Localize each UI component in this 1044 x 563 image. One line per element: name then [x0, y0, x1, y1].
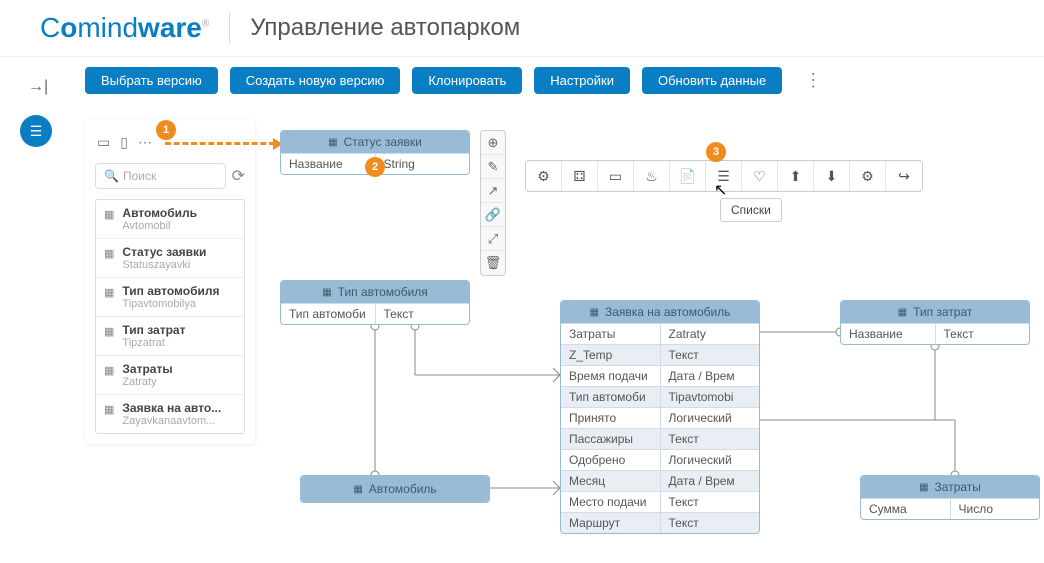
entity-title: Затраты	[935, 480, 981, 494]
tooltip: Списки	[720, 198, 782, 222]
search-icon: 🔍	[104, 169, 119, 183]
clone-button[interactable]: Клонировать	[412, 67, 522, 94]
entity-title: Тип затрат	[913, 305, 972, 319]
list-item[interactable]: ▦Заявка на авто...Zayavkanaavtom...	[96, 395, 244, 433]
list-item[interactable]: ▦ЗатратыZatraty	[96, 356, 244, 395]
gear2-icon[interactable]: ⚙	[850, 161, 886, 191]
entity-title: Тип автомобиля	[338, 285, 428, 299]
table-icon: ▦	[104, 403, 114, 416]
table-icon: ▦	[328, 137, 337, 148]
page-title: Управление автопарком	[250, 14, 520, 42]
list-item[interactable]: ▦Тип автомобиляTipavtomobilya	[96, 278, 244, 317]
marker-2: 2	[365, 157, 385, 177]
lock-icon[interactable]: ▯	[120, 134, 128, 151]
add-icon[interactable]: ⊕	[481, 131, 505, 155]
entity-title: Заявка на автомобиль	[605, 305, 731, 319]
share-icon[interactable]: ↪	[886, 161, 922, 191]
settings-button[interactable]: Настройки	[534, 67, 630, 94]
shield-icon[interactable]: ♡	[742, 161, 778, 191]
table-icon: ▦	[590, 307, 599, 318]
expand-icon[interactable]: ⤢	[481, 227, 505, 251]
list-item[interactable]: ▦Статус заявкиStatuszayavki	[96, 239, 244, 278]
table-icon: ▦	[104, 286, 114, 299]
list-item[interactable]: ▦АвтомобильAvtomobil	[96, 200, 244, 239]
fire-icon[interactable]: ♨	[634, 161, 670, 191]
table-icon: ▦	[322, 287, 331, 298]
header: Comindware® Управление автопарком	[0, 0, 1044, 57]
toolbar: Выбрать версию Создать новую версию Клон…	[0, 57, 1044, 104]
table-icon: ▦	[919, 482, 928, 493]
dice-icon[interactable]: ⚃	[562, 161, 598, 191]
template-icon[interactable]: ▭	[97, 134, 110, 151]
entity-panel: ▭ ▯ ⋯ 🔍 Поиск ⟳ ▦АвтомобильAvtomobil ▦Ст…	[85, 120, 255, 444]
marker-1: 1	[156, 120, 176, 140]
more-panel-icon[interactable]: ⋯	[138, 134, 152, 151]
entity-tipzatrat[interactable]: ▦Тип затрат НазваниеТекст	[840, 300, 1030, 345]
new-version-button[interactable]: Создать новую версию	[230, 67, 401, 94]
gear-icon[interactable]: ⚙	[526, 161, 562, 191]
line-icon[interactable]: ↗	[481, 179, 505, 203]
download-icon[interactable]: ⬇	[814, 161, 850, 191]
entity-list: ▦АвтомобильAvtomobil ▦Статус заявкиStatu…	[95, 199, 245, 434]
search-placeholder: Поиск	[123, 169, 156, 183]
table-icon: ▦	[104, 208, 114, 221]
table-icon: ▦	[104, 325, 114, 338]
table-icon: ▦	[898, 307, 907, 318]
edit-icon[interactable]: ✎	[481, 155, 505, 179]
menu-button[interactable]: ☰	[20, 115, 52, 147]
card-icon[interactable]: ▭	[598, 161, 634, 191]
collapse-sidebar-icon[interactable]: →|	[28, 78, 48, 96]
marker-3: 3	[706, 142, 726, 162]
table-icon: ▦	[353, 484, 362, 495]
search-input[interactable]: 🔍 Поиск	[95, 163, 226, 189]
upload-icon[interactable]: ⬆	[778, 161, 814, 191]
entity-tipavto[interactable]: ▦Тип автомобиля Тип автомобиТекст	[280, 280, 470, 325]
link-icon[interactable]: 🔗	[481, 203, 505, 227]
logo: Comindware®	[40, 12, 209, 44]
entity-zayavka[interactable]: ▦Заявка на автомобиль ЗатратыZatraty Z_T…	[560, 300, 760, 534]
more-icon[interactable]: ⋮	[804, 70, 822, 91]
entity-title: Статус заявки	[344, 135, 422, 149]
entity-zatraty[interactable]: ▦Затраты СуммаЧисло	[860, 475, 1040, 520]
select-version-button[interactable]: Выбрать версию	[85, 67, 218, 94]
entity-title: Автомобиль	[369, 482, 437, 496]
doc-icon[interactable]: 📄	[670, 161, 706, 191]
canvas: ▭ ▯ ⋯ 🔍 Поиск ⟳ ▦АвтомобильAvtomobil ▦Ст…	[85, 120, 1034, 563]
refresh-button[interactable]: Обновить данные	[642, 67, 782, 94]
refresh-icon[interactable]: ⟳	[232, 166, 245, 186]
table-icon: ▦	[104, 364, 114, 377]
table-icon: ▦	[104, 247, 114, 260]
cursor-icon: ↖	[714, 180, 727, 200]
vertical-palette: ⊕ ✎ ↗ 🔗 ⤢ 🗑	[480, 130, 506, 276]
entity-avto[interactable]: ▦ Автомобиль	[300, 475, 490, 503]
divider	[229, 12, 230, 44]
delete-icon[interactable]: 🗑	[481, 251, 505, 275]
list-item[interactable]: ▦Тип затратTipzatrat	[96, 317, 244, 356]
arrow-icon	[165, 142, 275, 145]
